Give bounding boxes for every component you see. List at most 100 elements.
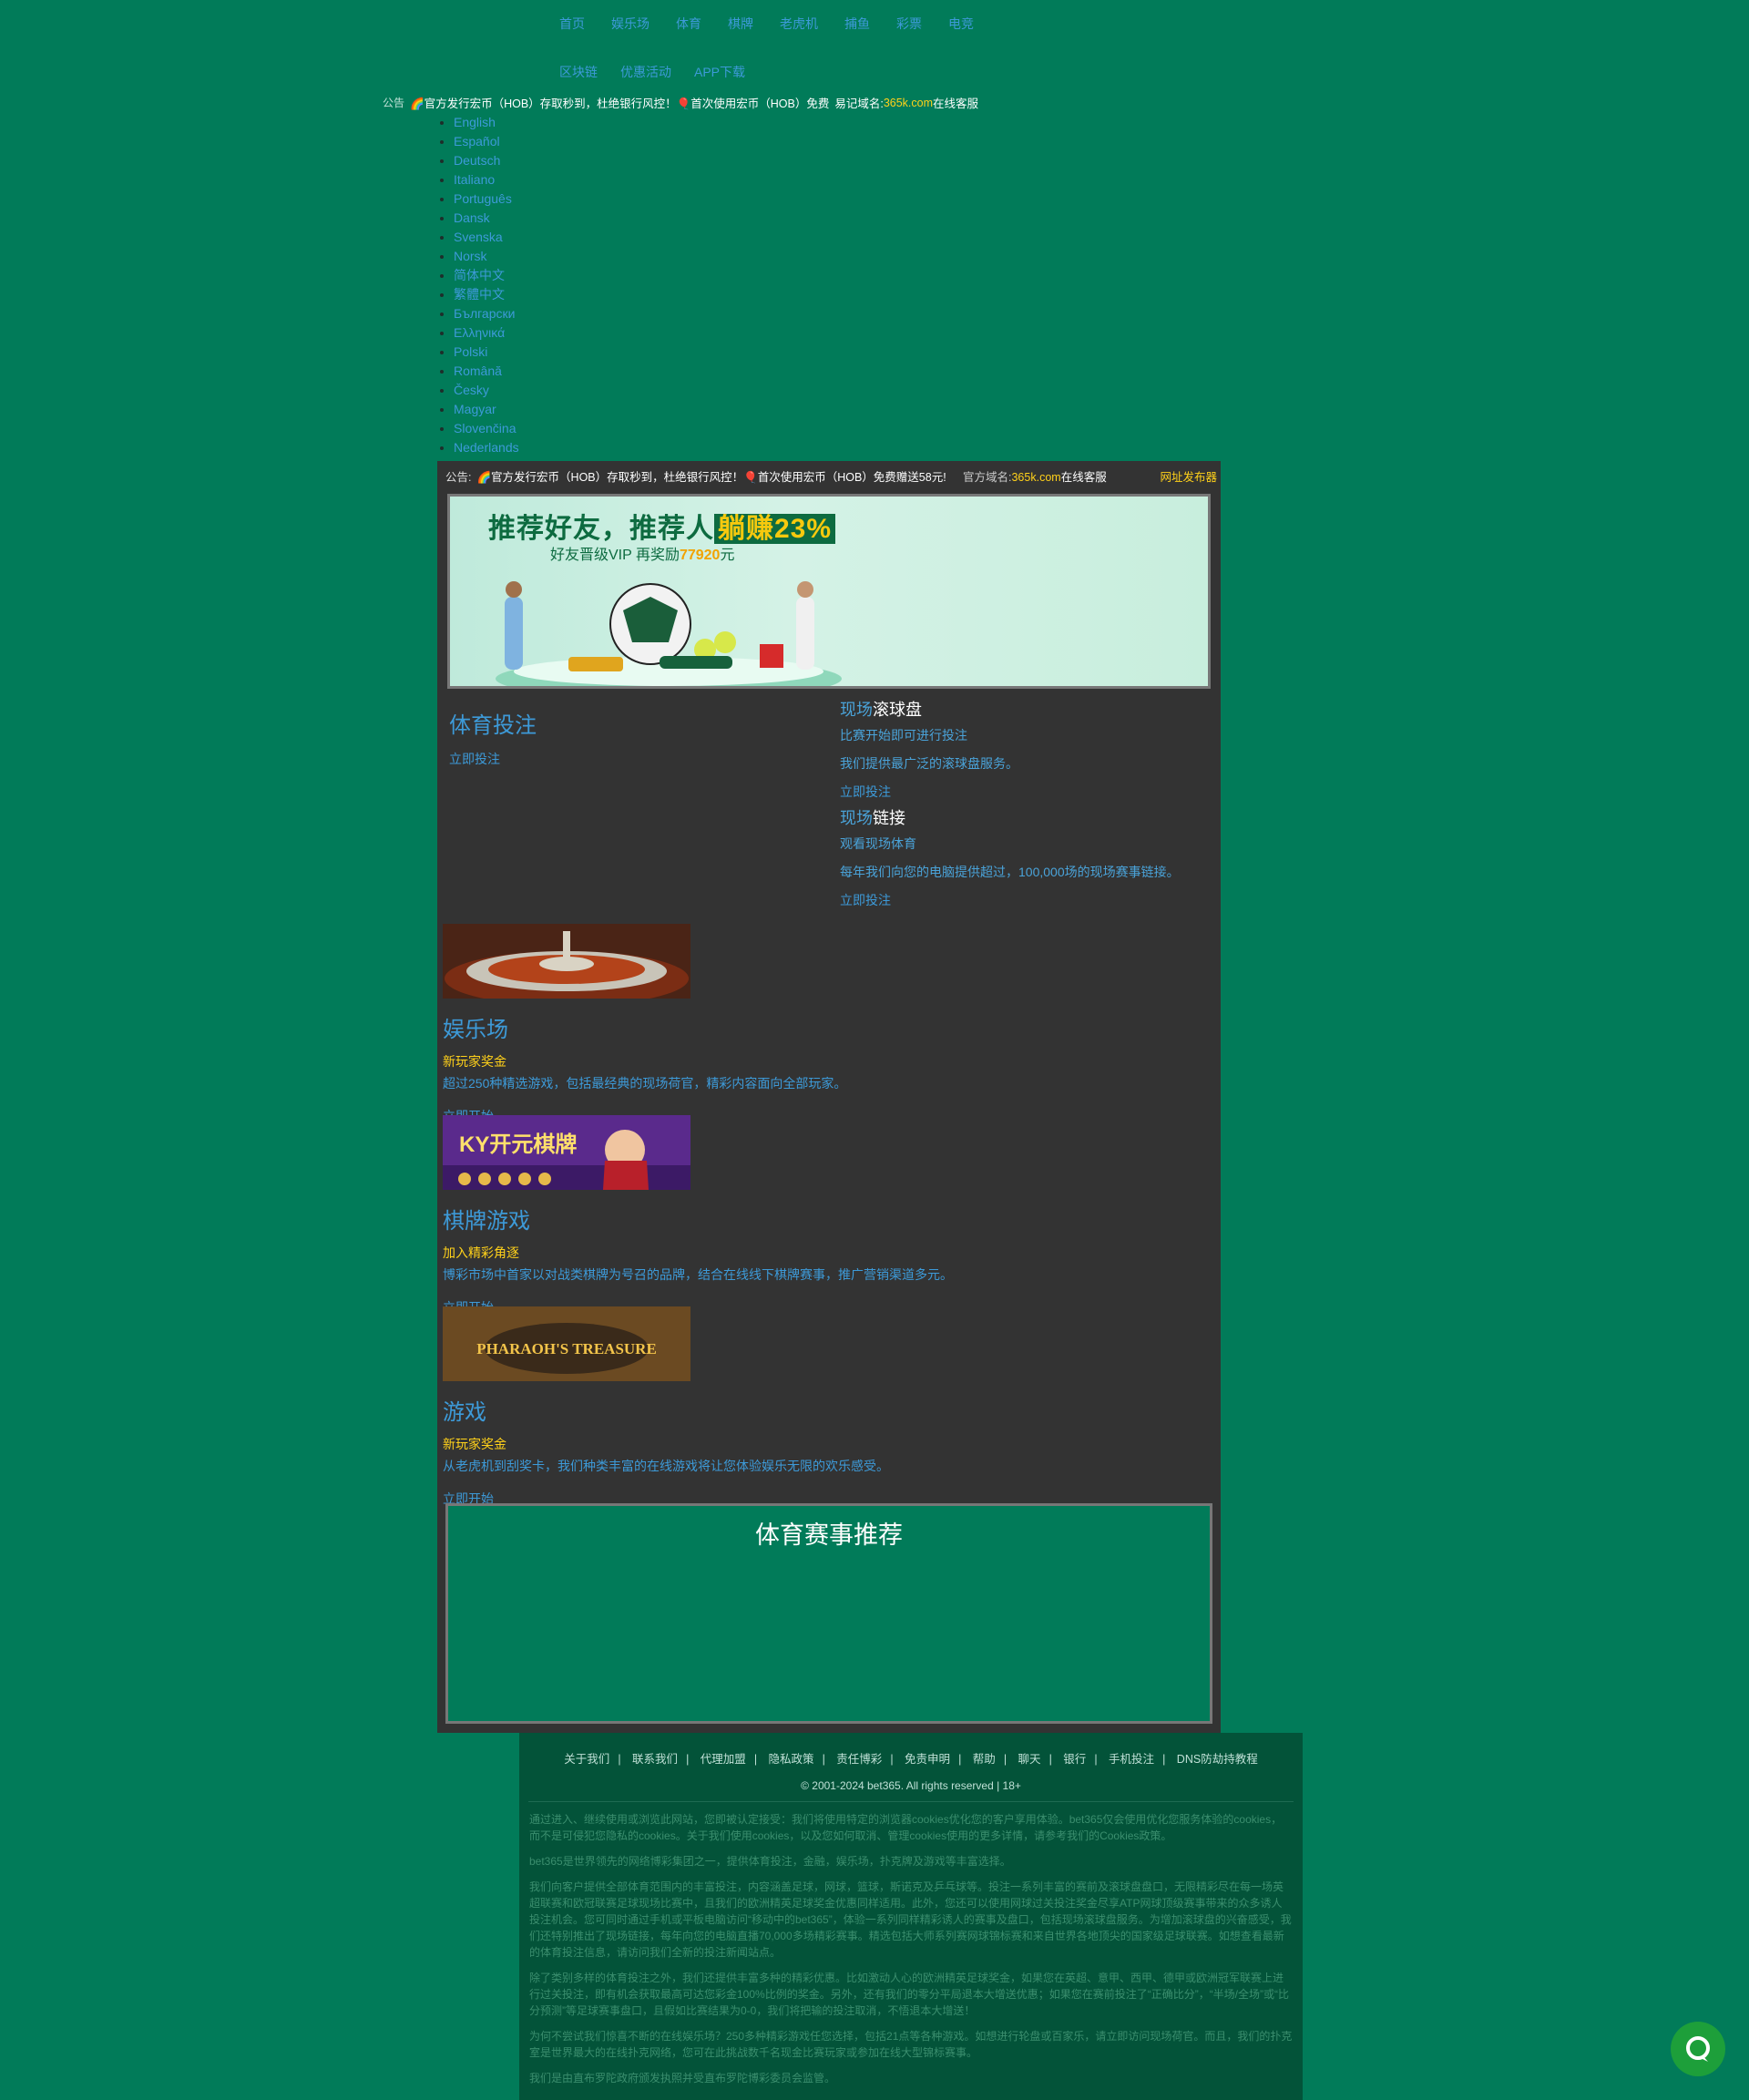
lang-label[interactable]: Svenska — [454, 230, 503, 244]
lang-label[interactable]: Ελληνικά — [454, 325, 505, 340]
lang-label[interactable]: Norsk — [454, 249, 487, 263]
lang-item[interactable]: Ελληνικά — [454, 323, 519, 343]
footer-paragraph: bet365是世界领先的网络博彩集团之一，提供体育投注，金融，娱乐场，扑克牌及游… — [529, 1855, 1011, 1868]
game-title: 游戏 — [443, 1400, 486, 1425]
footer-link-bank[interactable]: 银行 — [1063, 1753, 1086, 1766]
footer-paragraph: 我们向客户提供全部体育范围内的丰富投注，内容涵盖足球，网球，篮球，斯诺克及乒乓球… — [529, 1880, 1292, 1959]
game-title: 棋牌游戏 — [443, 1209, 530, 1234]
live-link-title-a: 现场 — [840, 809, 873, 827]
lang-item[interactable]: Español — [454, 132, 519, 151]
game-slots: PHARAOH'S TREASURE 游戏 新玩家奖金 从老虎机到刮奖卡，我们种… — [443, 1306, 1215, 1506]
ky-chess-image[interactable]: KY开元棋牌 — [443, 1115, 690, 1190]
banner-subtitle: 好友晋级VIP 再奖励77920元 — [550, 542, 734, 564]
notice-domain-prefix: 易记域名: — [834, 97, 884, 110]
live-link-line1: 观看现场体育 — [840, 836, 916, 851]
roulette-image[interactable] — [443, 924, 690, 999]
nav-slots[interactable]: 老虎机 — [780, 15, 818, 33]
lang-label[interactable]: Español — [454, 134, 500, 149]
footer-link-chat[interactable]: 聊天 — [1018, 1753, 1041, 1766]
ky-logo-text: KY开元棋牌 — [459, 1132, 577, 1157]
lang-label[interactable]: Nederlands — [454, 440, 519, 455]
nav-esports[interactable]: 电竞 — [948, 15, 974, 33]
footer-link-dns[interactable]: DNS防劫持教程 — [1177, 1753, 1258, 1766]
lang-item[interactable]: Română — [454, 362, 519, 381]
lang-label[interactable]: 简体中文 — [454, 268, 505, 282]
main-panel: 公告: 🌈官方发行宏币（HOB）存取秒到，杜绝银行风控！🎈首次使用宏币（HOB）… — [437, 461, 1221, 1733]
lang-item[interactable]: Nederlands — [454, 438, 519, 457]
lang-label[interactable]: Polski — [454, 344, 487, 359]
footer-paragraph: 为何不尝试我们惊喜不断的在线娱乐场？250多种精彩游戏任您选择，包括21点等各种… — [529, 2030, 1293, 2059]
chat-bubble-icon — [1686, 2036, 1710, 2062]
lang-label[interactable]: Česky — [454, 383, 489, 397]
lang-label[interactable]: Slovenčina — [454, 421, 517, 435]
lang-item[interactable]: Svenska — [454, 228, 519, 247]
lang-item[interactable]: Italiano — [454, 170, 519, 190]
recommend-title: 体育赛事推荐 — [755, 1521, 903, 1549]
footer: 关于我们 | 联系我们 | 代理加盟 | 隐私政策 | 责任博彩 | 免责申明 | 帮助 | … — [519, 1733, 1303, 2100]
lang-label[interactable]: Português — [454, 191, 512, 206]
sports-betting-section: 体育投注 立即投注 — [449, 707, 537, 768]
nav-promotions[interactable]: 优惠活动 — [620, 63, 671, 81]
lang-item[interactable]: Dansk — [454, 209, 519, 228]
lang-item[interactable]: 简体中文 — [454, 266, 519, 285]
pharaoh-logo-text: PHARAOH'S TREASURE — [476, 1340, 657, 1357]
nav-home[interactable]: 首页 — [559, 15, 585, 33]
lang-label[interactable]: Română — [454, 364, 502, 378]
lang-item[interactable]: 繁體中文 — [454, 285, 519, 304]
live-ball-line1: 比赛开始即可进行投注 — [840, 728, 967, 743]
lang-label[interactable]: English — [454, 115, 496, 129]
game-desc: 博彩市场中首家以对战类棋牌为号召的品牌，结合在线线下棋牌赛事，推广营销渠道多元。 — [443, 1267, 953, 1282]
footer-link-mobile[interactable]: 手机投注 — [1109, 1753, 1154, 1766]
lang-label[interactable]: Български — [454, 306, 515, 321]
lang-item[interactable]: Norsk — [454, 247, 519, 266]
footer-link-disclaimer[interactable]: 免责申明 — [905, 1753, 950, 1766]
lang-label[interactable]: 繁體中文 — [454, 287, 505, 302]
lang-label[interactable]: Dansk — [454, 210, 490, 225]
lang-item[interactable]: Magyar — [454, 400, 519, 419]
live-ball-bet-button[interactable]: 立即投注 — [840, 778, 1180, 806]
notice-domain[interactable]: 365k.com — [884, 97, 933, 109]
nav-fishing[interactable]: 捕鱼 — [844, 15, 870, 33]
footer-link-about[interactable]: 关于我们 — [564, 1753, 609, 1766]
lang-item[interactable]: English — [454, 113, 519, 132]
lang-label[interactable]: Deutsch — [454, 153, 500, 168]
game-casino: 娱乐场 新玩家奖金 超过250种精选游戏，包括最经典的现场荷官，精彩内容面向全部… — [443, 924, 1215, 1123]
nav-sports[interactable]: 体育 — [676, 15, 701, 33]
notice-message: 🌈官方发行宏币（HOB）存取秒到，杜绝银行风控！🎈首次使用宏币（HOB）免费 — [410, 97, 830, 110]
lang-label[interactable]: Magyar — [454, 402, 496, 416]
lang-item[interactable]: Deutsch — [454, 151, 519, 170]
game-bonus: 新玩家奖金 — [443, 1437, 506, 1451]
url-release-link[interactable]: 网址发布器 — [1160, 467, 1217, 485]
nav-app-download[interactable]: APP下载 — [694, 63, 745, 81]
lang-item[interactable]: Български — [454, 304, 519, 323]
nav-lottery[interactable]: 彩票 — [896, 15, 922, 33]
nav-row-primary: 首页 娱乐场 体育 棋牌 老虎机 捕鱼 彩票 电竞 — [559, 15, 1069, 33]
lang-item[interactable]: Português — [454, 190, 519, 209]
lang-item[interactable]: Slovenčina — [454, 419, 519, 438]
promo-banner[interactable]: 推荐好友，推荐人 躺赚23% 好友晋级VIP 再奖励77920元 — [447, 494, 1211, 689]
footer-link-contact[interactable]: 联系我们 — [632, 1753, 678, 1766]
footer-link-help[interactable]: 帮助 — [973, 1753, 996, 1766]
footer-link-privacy[interactable]: 隐私政策 — [769, 1753, 814, 1766]
chat-button[interactable] — [1671, 2022, 1725, 2076]
pharaoh-treasure-image[interactable]: PHARAOH'S TREASURE — [443, 1306, 690, 1381]
nav-chess[interactable]: 棋牌 — [728, 15, 753, 33]
ticker-service[interactable]: 在线客服 — [1061, 471, 1107, 484]
nav-blockchain[interactable]: 区块链 — [559, 63, 598, 81]
game-bonus: 加入精彩角逐 — [443, 1245, 519, 1260]
banner-title-highlight: 躺赚23% — [714, 514, 836, 544]
ticker-label: 公告: — [445, 470, 472, 484]
sports-bet-button[interactable]: 立即投注 — [449, 750, 537, 768]
live-ball-line2: 我们提供最广泛的滚球盘服务。 — [840, 756, 1018, 771]
ticker-domain[interactable]: 365k.com — [1011, 471, 1060, 484]
footer-link-agent[interactable]: 代理加盟 — [701, 1753, 746, 1766]
banner-sub-amount: 77920 — [679, 548, 721, 563]
nav-casino[interactable]: 娱乐场 — [611, 15, 649, 33]
top-notice: 公告 🌈官方发行宏币（HOB）存取秒到，杜绝银行风控！🎈首次使用宏币（HOB）免… — [383, 94, 978, 111]
lang-item[interactable]: Polski — [454, 343, 519, 362]
footer-link-responsible[interactable]: 责任博彩 — [836, 1753, 882, 1766]
notice-service[interactable]: 在线客服 — [933, 94, 978, 111]
lang-item[interactable]: Česky — [454, 381, 519, 400]
lang-label[interactable]: Italiano — [454, 172, 495, 187]
live-link-bet-button[interactable]: 立即投注 — [840, 886, 1180, 915]
